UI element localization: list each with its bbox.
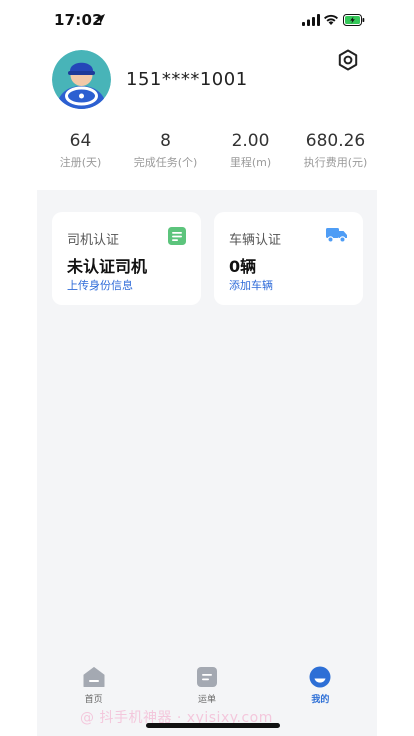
truck-icon (326, 228, 347, 243)
tab-home[interactable]: 首页 (37, 662, 150, 712)
tab-waybill[interactable]: 运单 (150, 662, 263, 712)
tab-label: 首页 (84, 695, 103, 705)
card-title: 司机认证 (67, 233, 120, 248)
wifi-icon (324, 14, 338, 25)
bottom-tab-bar: 首页 运单 我的 (37, 662, 377, 712)
tab-label: 我的 (311, 695, 330, 705)
waybill-icon (196, 667, 217, 687)
stat-label: 里程(m) (229, 156, 272, 169)
home-icon (83, 667, 105, 687)
stat-label: 注册(天) (59, 156, 102, 169)
driver-avatar-icon (52, 50, 111, 109)
driver-certification-card[interactable]: 司机认证 未认证司机 上传身份信息 (52, 212, 201, 305)
driver-status: 未认证司机 (67, 257, 148, 276)
home-indicator[interactable] (146, 723, 280, 728)
document-icon (168, 227, 186, 245)
status-bar: 17:02 (0, 0, 414, 40)
stat-execution-fee: 680.26 执行费用(元) (293, 130, 378, 174)
stats-row: 64 注册(天) 8 完成任务(个) 2.00 里程(m) 680.26 执行费… (38, 130, 378, 174)
tab-label: 运单 (197, 695, 216, 705)
stat-mileage: 2.00 里程(m) (208, 130, 293, 174)
card-title: 车辆认证 (229, 233, 282, 248)
stat-label: 执行费用(元) (303, 156, 368, 169)
stat-value: 680.26 (305, 131, 366, 151)
stat-value: 2.00 (231, 131, 270, 151)
profile-icon (309, 666, 331, 688)
upload-id-link[interactable]: 上传身份信息 (67, 277, 133, 293)
stat-completed-tasks: 8 完成任务(个) (123, 130, 208, 174)
avatar[interactable] (52, 50, 111, 109)
cellular-signal-icon (302, 14, 320, 26)
stat-label: 完成任务(个) (133, 156, 198, 169)
stat-registered-days: 64 注册(天) (38, 130, 123, 174)
add-vehicle-link[interactable]: 添加车辆 (229, 277, 273, 293)
tab-profile[interactable]: 我的 (264, 662, 377, 712)
location-arrow-icon (95, 14, 105, 24)
vehicle-count: 0辆 (229, 257, 257, 276)
user-phone-number: 151****1001 (126, 69, 248, 90)
settings-icon[interactable] (336, 48, 360, 72)
battery-charging-icon (343, 14, 365, 26)
vehicle-certification-card[interactable]: 车辆认证 0辆 添加车辆 (214, 212, 363, 305)
main-content: 司机认证 未认证司机 上传身份信息 车辆认证 0辆 添加车辆 (37, 190, 377, 736)
stat-value: 8 (160, 131, 171, 151)
stat-value: 64 (69, 131, 92, 151)
